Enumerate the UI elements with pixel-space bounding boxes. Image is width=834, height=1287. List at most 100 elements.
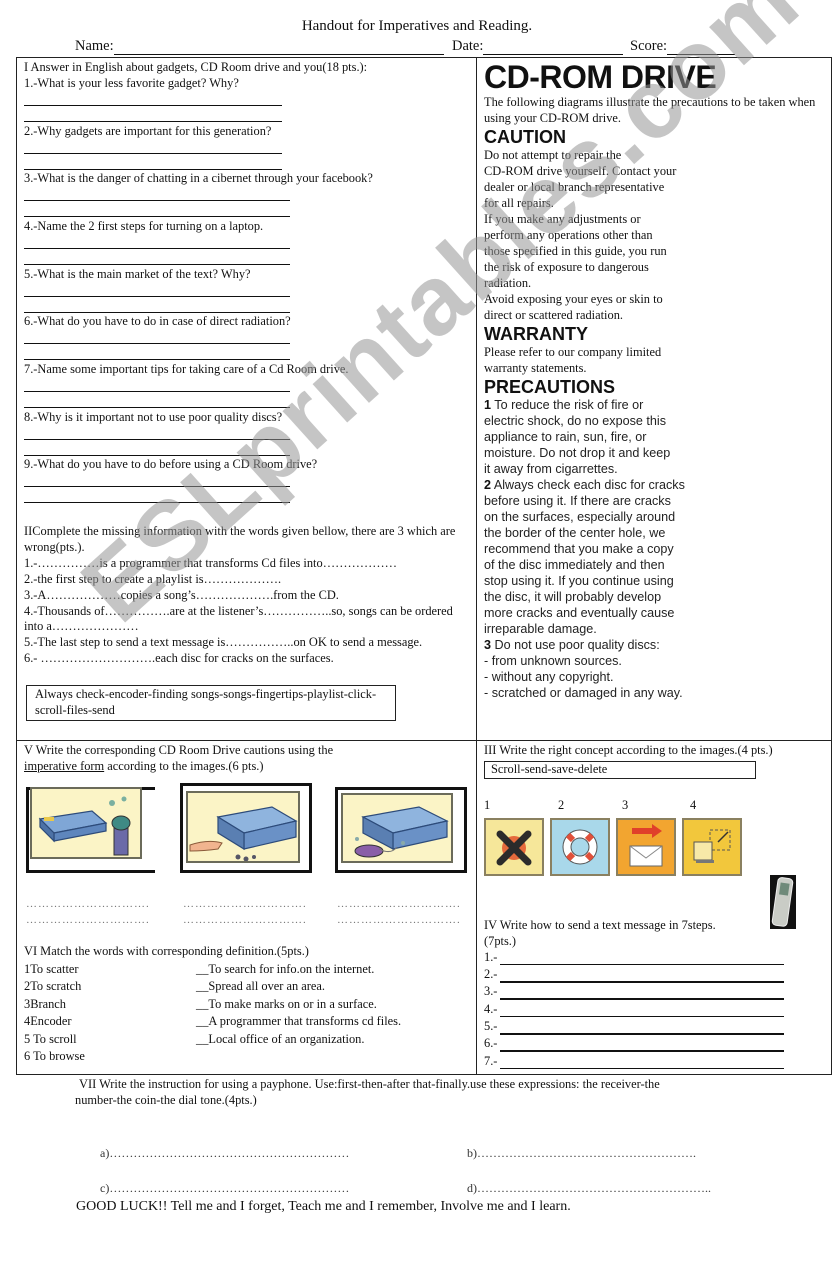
precaution-number: 2 [484,478,492,492]
name-line[interactable] [113,40,444,55]
step-answer-line[interactable] [500,1015,784,1018]
precaution-line: appliance to rain, sun, fire, or [484,430,647,444]
section-1-heading: I Answer in English about gadgets, CD Ro… [24,60,368,74]
answer-dots-2a[interactable]: …………………………. [183,898,307,910]
answer-line[interactable] [24,390,290,392]
section-7: VII Write the instruction for using a pa… [75,1076,767,1108]
section-6: VI Match the words with corresponding de… [24,943,472,1066]
payphone-blank-a[interactable]: a)…………………………………………………… [100,1146,349,1161]
step-answer-line[interactable] [500,1050,784,1052]
score-line[interactable] [667,40,736,55]
caution-text: Do not attempt to repair the CD-ROM drive… [484,147,829,323]
answer-line[interactable] [24,295,290,297]
answer-line[interactable] [24,216,290,218]
worksheet-table: I Answer in English about gadgets, CD Ro… [16,57,832,1075]
precaution-line: the disc, it will probably develop [484,590,662,604]
answer-line[interactable] [24,263,290,265]
section-5: V Write the corresponding CD Room Drive … [24,743,472,775]
payphone-blank-d[interactable]: d)………………………………………………….. [467,1181,711,1196]
section-7-heading-line1: VII Write the instruction for using a pa… [79,1077,660,1091]
answer-line[interactable] [24,311,290,313]
answer-line[interactable] [24,152,282,154]
cd-drive-heater-illustration [38,796,131,856]
score-label: Score: [630,38,668,54]
section-3: III Write the right concept according to… [484,743,829,779]
precaution-line: it away from cigarrettes. [484,462,618,476]
answer-line[interactable] [24,359,290,361]
precaution-line: the border of the center hole, we [484,526,666,540]
step-answer-line[interactable] [500,963,784,966]
date-label: Date: [452,38,484,54]
match-word: 3Branch [24,996,66,1011]
step-answer-line[interactable] [500,998,784,1000]
match-row: 4Encoder __A programmer that transforms c… [24,1013,472,1031]
name-field[interactable]: Name: [75,38,444,55]
precaution-line: moisture. Do not drop it and keep [484,446,671,460]
match-definition[interactable]: __To search for info.on the internet. [196,961,374,979]
question-block: 6.-What do you have to do in case of dir… [24,314,472,362]
answer-dots-3b[interactable]: …………………………. [337,914,461,926]
answer-line[interactable] [24,502,290,504]
fill-in-item: 2.-the first step to create a playlist i… [24,571,282,586]
answer-line[interactable] [24,454,290,456]
question-block: 4.-Name the 2 first steps for turning on… [24,219,472,267]
precaution-line: of the disc immediately and then [484,558,665,572]
concept-word-bank: Scroll-send-save-delete [484,760,756,779]
warranty-text: Please refer to our company limited warra… [484,344,829,376]
answer-line[interactable] [24,438,290,440]
word-bank-text: Always check-encoder-finding songs-songs… [35,687,377,718]
answer-line[interactable] [24,168,282,170]
fill-in-item: 4.-Thousands of…………….are at the listener… [24,603,453,634]
match-word: 4Encoder [24,1014,72,1028]
caution-line: If you make any adjustments or [484,212,641,226]
section-5-heading-rest: according to the images.(6 pts.) [104,758,264,773]
step-label: 4.- [484,1001,498,1016]
scroll-resize-icon [693,829,731,863]
step-answer-line[interactable] [500,981,784,983]
step-answer-line[interactable] [500,1067,784,1070]
cd-drive-cigarette-illustration [354,806,449,858]
caution-line: radiation. [484,276,532,290]
answer-dots-1b[interactable]: …………………………. [26,914,150,926]
caution-line: those specified in this guide, you run [484,244,667,258]
cd-drive-dropped-illustration [189,806,298,861]
answer-line[interactable] [24,104,282,106]
match-definition[interactable]: __Local office of an organization. [196,1031,364,1049]
answer-line[interactable] [24,343,290,345]
step-row: 1.- [484,950,829,967]
caution-line: direct or scattered radiation. [484,308,623,322]
warranty-heading: WARRANTY [484,324,588,344]
tile-number: 4 [690,798,697,812]
answer-line[interactable] [24,200,290,202]
word-bank-box: Always check-encoder-finding songs-songs… [26,685,396,721]
match-row: 3Branch __To make marks on or in a surfac… [24,996,472,1014]
answer-line[interactable] [24,486,290,488]
answer-line[interactable] [24,406,290,408]
date-field[interactable]: Date: [452,38,624,55]
step-answer-line[interactable] [500,1033,784,1035]
precaution-line: - from unknown sources. [484,654,622,668]
payphone-blank-b[interactable]: b)………………………………………………. [467,1146,696,1161]
tile-number: 3 [622,798,629,812]
precaution-line: irreparable damage. [484,622,597,636]
caution-line: Do not attempt to repair the [484,148,622,162]
date-line[interactable] [483,40,624,55]
precaution-line: on the surfaces, especially around [484,510,676,524]
match-definition[interactable]: __A programmer that transforms cd files. [196,1013,401,1031]
answer-dots-1a[interactable]: …………………………. [26,898,150,910]
precaution-line: more cracks and eventually cause [484,606,675,620]
score-field[interactable]: Score: [630,38,736,55]
answer-line[interactable] [24,120,282,122]
match-list: 1To scatter __To search for info.on the i… [24,961,472,1066]
answer-dots-3a[interactable]: …………………………. [337,898,461,910]
match-definition[interactable]: __To make marks on or in a surface. [196,996,377,1014]
step-row: 2.- [484,967,829,984]
column-divider [476,58,477,1074]
fill-in-list: 1.-……………is a programmer that transforms … [24,556,472,667]
payphone-blank-c[interactable]: c)…………………………………………………… [100,1181,349,1196]
match-definition[interactable]: __Spread all over an area. [196,978,325,996]
match-word: 6 To browse [24,1049,85,1063]
question-text: 9.-What do you have to do before using a… [24,457,318,472]
answer-dots-2b[interactable]: …………………………. [183,914,307,926]
answer-line[interactable] [24,247,290,249]
